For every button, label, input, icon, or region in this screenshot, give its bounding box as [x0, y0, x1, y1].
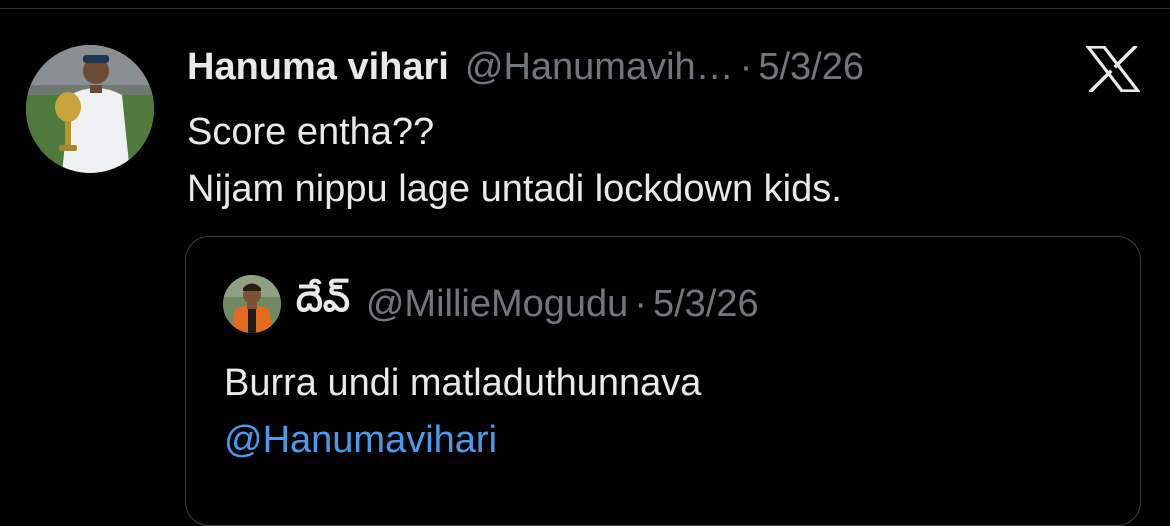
- tweet-date[interactable]: 5/3/26: [758, 46, 864, 89]
- tweet-header: Hanuma vihari @Hanumavih… · 5/3/26: [187, 42, 864, 92]
- quoted-tweet-header: దేవ్ @MillieMogudu · 5/3/26: [296, 278, 759, 330]
- tweet-text: Score entha?? Nijam nippu lage untadi lo…: [187, 104, 842, 218]
- mention-link[interactable]: @Hanumavihari: [224, 419, 497, 461]
- separator-dot: ·: [739, 45, 753, 88]
- user-avatar-icon: [26, 45, 154, 173]
- author-avatar[interactable]: [26, 45, 154, 173]
- tweet-text-line: Score entha??: [187, 111, 435, 153]
- x-logo-icon[interactable]: [1084, 44, 1142, 94]
- quoted-tweet-date[interactable]: 5/3/26: [653, 283, 759, 326]
- separator-dot: ·: [634, 282, 647, 325]
- top-divider: [0, 0, 1170, 9]
- author-handle[interactable]: @Hanumavih…: [465, 46, 734, 89]
- x-logo-svg: [1084, 44, 1142, 94]
- user-avatar-icon: [223, 275, 281, 333]
- quoted-author-handle[interactable]: @MillieMogudu: [366, 283, 628, 326]
- quoted-tweet-text: Burra undi matladuthunnava @Hanumavihari: [224, 355, 701, 469]
- quoted-tweet-card[interactable]: దేవ్ @MillieMogudu · 5/3/26 Burra undi m…: [185, 236, 1141, 526]
- quoted-author-display-name[interactable]: దేవ్: [296, 278, 350, 330]
- author-display-name[interactable]: Hanuma vihari: [187, 46, 449, 89]
- quoted-tweet-text-line: Burra undi matladuthunnava: [224, 362, 702, 404]
- quoted-author-avatar[interactable]: [223, 275, 281, 333]
- tweet-text-line: Nijam nippu lage untadi lockdown kids.: [187, 168, 842, 210]
